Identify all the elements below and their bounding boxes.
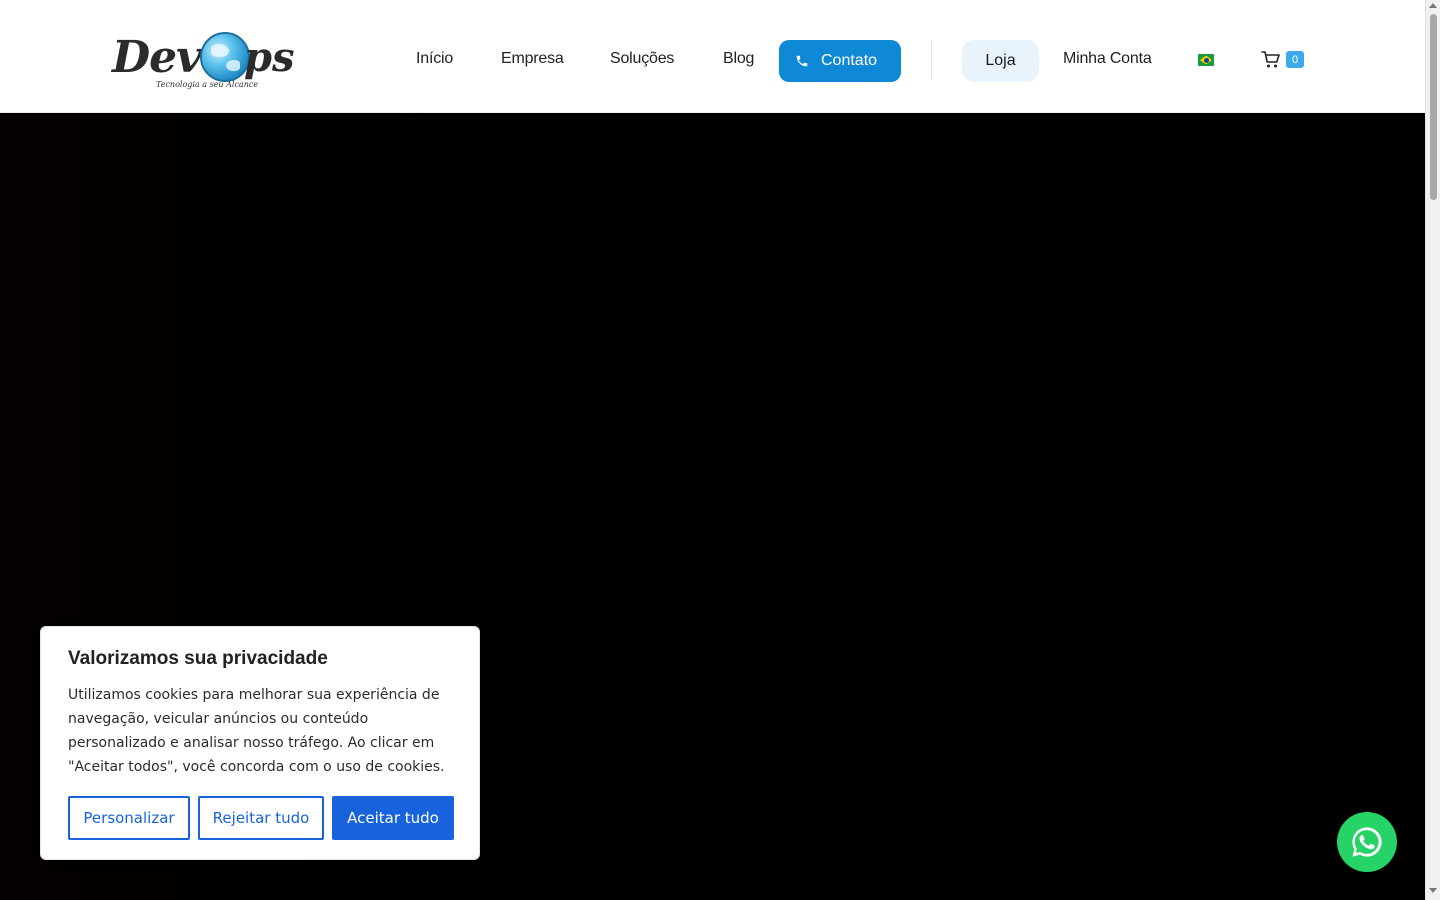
- whatsapp-button[interactable]: [1337, 812, 1397, 872]
- page-scrollbar[interactable]: [1425, 0, 1440, 900]
- scroll-down-arrow-icon[interactable]: [1429, 888, 1437, 893]
- scroll-thumb[interactable]: [1430, 14, 1437, 200]
- devops-logo[interactable]: Dev ps Tecnologia a seu Alcance: [112, 28, 295, 94]
- nav-divider: [931, 40, 932, 80]
- cookie-description: Utilizamos cookies para melhorar sua exp…: [68, 687, 445, 775]
- nav-blog[interactable]: Blog: [723, 48, 754, 70]
- nav-solucoes[interactable]: Soluções: [610, 48, 674, 70]
- nav-minha-conta[interactable]: Minha Conta: [1063, 48, 1152, 70]
- site-header: Dev ps Tecnologia a seu Alcance Início E…: [0, 0, 1425, 113]
- whatsapp-icon: [1352, 827, 1382, 857]
- contato-label: Contato: [821, 52, 878, 69]
- customize-button[interactable]: Personalizar: [68, 796, 190, 840]
- cookie-consent-banner: Valorizamos sua privacidade Utilizamos c…: [40, 626, 480, 860]
- cart-icon[interactable]: [1261, 51, 1281, 69]
- globe-icon: [200, 32, 250, 82]
- logo-text-ps: ps: [244, 34, 295, 81]
- accept-all-button[interactable]: Aceitar tudo: [332, 796, 454, 840]
- cart-count-badge: 0: [1286, 51, 1304, 68]
- nav-empresa[interactable]: Empresa: [501, 48, 564, 70]
- cookie-title: Valorizamos sua privacidade: [68, 648, 328, 669]
- scroll-up-arrow-icon[interactable]: [1429, 3, 1437, 8]
- nav-inicio[interactable]: Início: [416, 48, 453, 70]
- phone-icon: [796, 55, 808, 67]
- brazil-flag-icon[interactable]: [1198, 54, 1214, 66]
- loja-button[interactable]: Loja: [962, 40, 1039, 82]
- logo-text-dev: Dev: [112, 32, 202, 83]
- reject-all-button[interactable]: Rejeitar tudo: [198, 796, 324, 840]
- contato-button[interactable]: Contato: [779, 40, 901, 82]
- logo-tagline: Tecnologia a seu Alcance: [156, 80, 259, 89]
